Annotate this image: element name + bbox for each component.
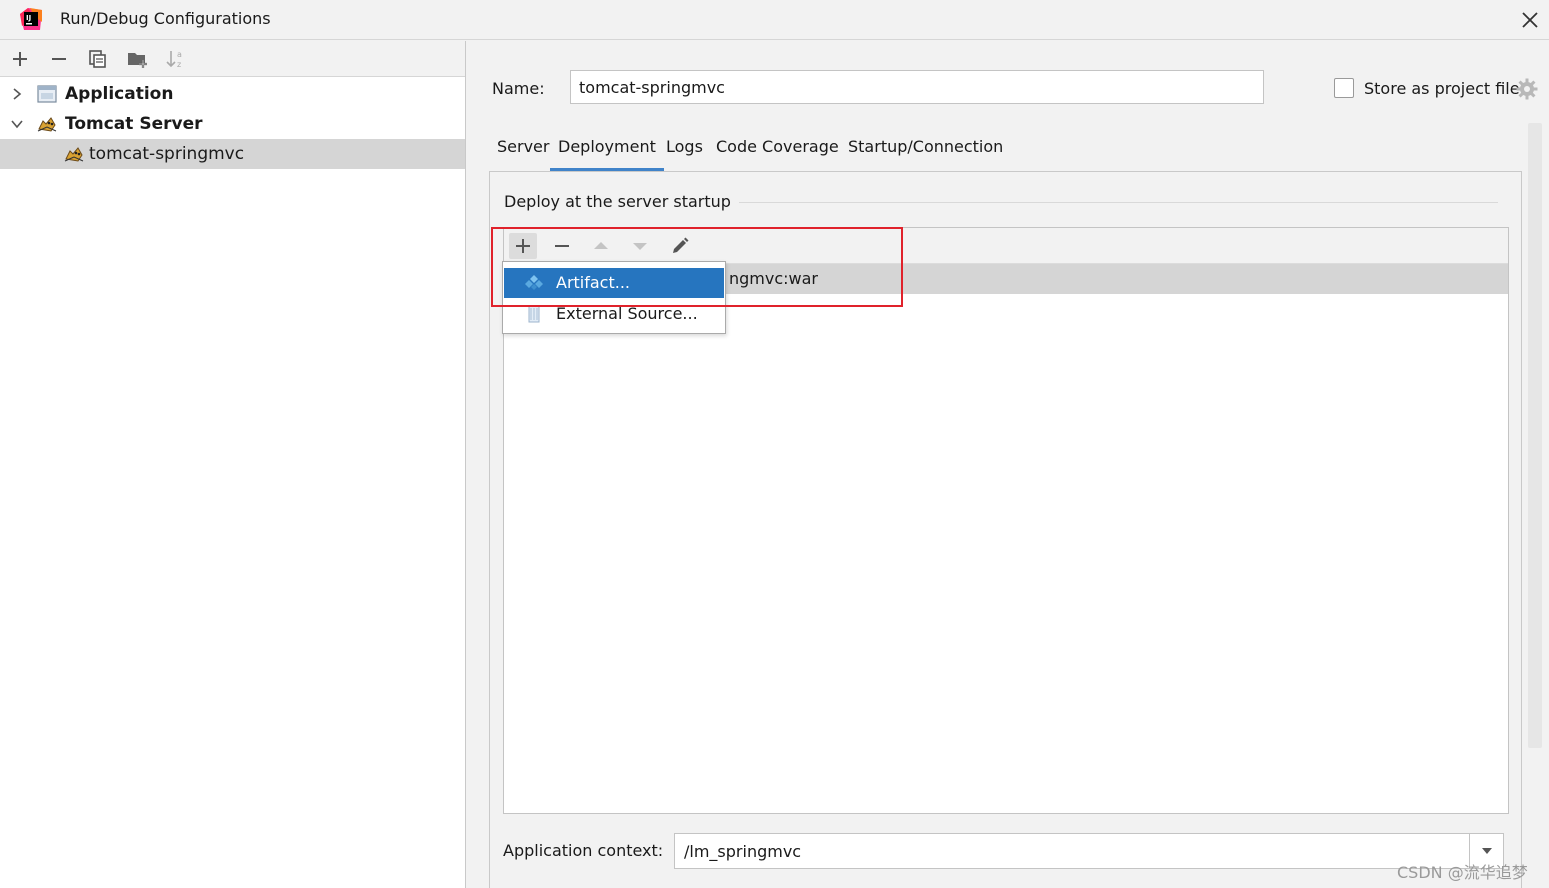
close-icon [1522, 12, 1538, 28]
add-configuration-button[interactable] [8, 47, 32, 71]
menu-item-artifact[interactable]: Artifact... [504, 268, 724, 298]
gear-icon[interactable] [1516, 78, 1538, 100]
application-context-combobox[interactable]: /lm_springmvc [674, 833, 1504, 869]
tomcat-icon [64, 147, 84, 162]
move-to-folder-button[interactable] [126, 47, 150, 71]
vertical-scrollbar[interactable] [1528, 123, 1542, 748]
add-deployment-popup: Artifact... External Source... [502, 261, 726, 334]
tab-deployment[interactable]: Deployment [550, 129, 664, 171]
watermark: CSDN @流华追梦 [1397, 863, 1528, 882]
menu-item-label: Artifact... [556, 273, 631, 292]
section-divider [724, 202, 1498, 203]
store-as-project-file-checkbox[interactable] [1334, 78, 1354, 98]
svg-text:z: z [177, 60, 181, 69]
menu-item-label: External Source... [556, 304, 698, 323]
tree-item-tomcat-springmvc[interactable]: tomcat-springmvc [0, 139, 465, 169]
move-down-button[interactable] [626, 233, 654, 259]
chevron-right-icon[interactable] [9, 86, 25, 102]
remove-icon [52, 58, 66, 60]
deployment-toolbar [504, 228, 1508, 264]
remove-deployment-button[interactable] [548, 233, 576, 259]
configurations-toolbar: az [0, 41, 465, 77]
deployment-row-text: ngmvc:war [729, 269, 819, 288]
application-context-value: /lm_springmvc [684, 842, 802, 861]
tab-server[interactable]: Server [497, 129, 549, 171]
sort-alphabetically-icon: az [166, 50, 182, 69]
tree-item-application[interactable]: Application [0, 79, 465, 109]
sort-configurations-button[interactable]: az [164, 47, 188, 71]
menu-item-external-source[interactable]: External Source... [504, 299, 724, 329]
artifact-icon [525, 275, 543, 290]
configurations-panel: az Application Tomcat Server tomcat-spri… [0, 41, 466, 888]
new-folder-icon [128, 53, 147, 68]
remove-icon [555, 245, 569, 247]
edit-icon [673, 237, 689, 253]
window-title: Run/Debug Configurations [60, 9, 271, 28]
add-icon [516, 239, 530, 253]
svg-text:IJ: IJ [26, 14, 31, 22]
tab-logs[interactable]: Logs [666, 129, 703, 171]
name-input[interactable] [570, 70, 1264, 104]
configuration-editor: Name: Store as project file Server Deplo… [467, 41, 1549, 888]
edit-deployment-button[interactable] [666, 233, 694, 259]
tree-item-label: Tomcat Server [65, 114, 203, 134]
chevron-down-icon [1481, 848, 1492, 854]
intellij-idea-icon: IJ [20, 8, 42, 30]
copy-icon [89, 50, 106, 68]
add-deployment-button[interactable] [509, 233, 537, 259]
move-up-icon [594, 242, 608, 249]
remove-configuration-button[interactable] [47, 47, 71, 71]
move-down-icon [633, 243, 647, 250]
store-as-project-file-label: Store as project file [1364, 79, 1520, 98]
tree-item-label: Application [65, 84, 174, 104]
move-up-button[interactable] [587, 233, 615, 259]
add-icon [13, 52, 27, 66]
chevron-down-icon[interactable] [9, 116, 25, 132]
svg-text:a: a [177, 50, 182, 59]
application-context-label: Application context: [503, 841, 664, 860]
tab-startup-connection[interactable]: Startup/Connection [848, 129, 1003, 171]
tree-item-label: tomcat-springmvc [89, 144, 245, 164]
tree-item-tomcat-server[interactable]: Tomcat Server [0, 109, 465, 139]
name-label: Name: [492, 79, 545, 98]
section-title: Deploy at the server startup [504, 192, 739, 211]
tab-code-coverage[interactable]: Code Coverage [716, 129, 839, 171]
application-icon [37, 85, 57, 103]
close-button[interactable] [1516, 6, 1544, 34]
title-bar: IJ Run/Debug Configurations [0, 0, 1549, 40]
copy-configuration-button[interactable] [86, 47, 110, 71]
external-source-icon [528, 305, 540, 323]
tomcat-icon [37, 117, 57, 132]
